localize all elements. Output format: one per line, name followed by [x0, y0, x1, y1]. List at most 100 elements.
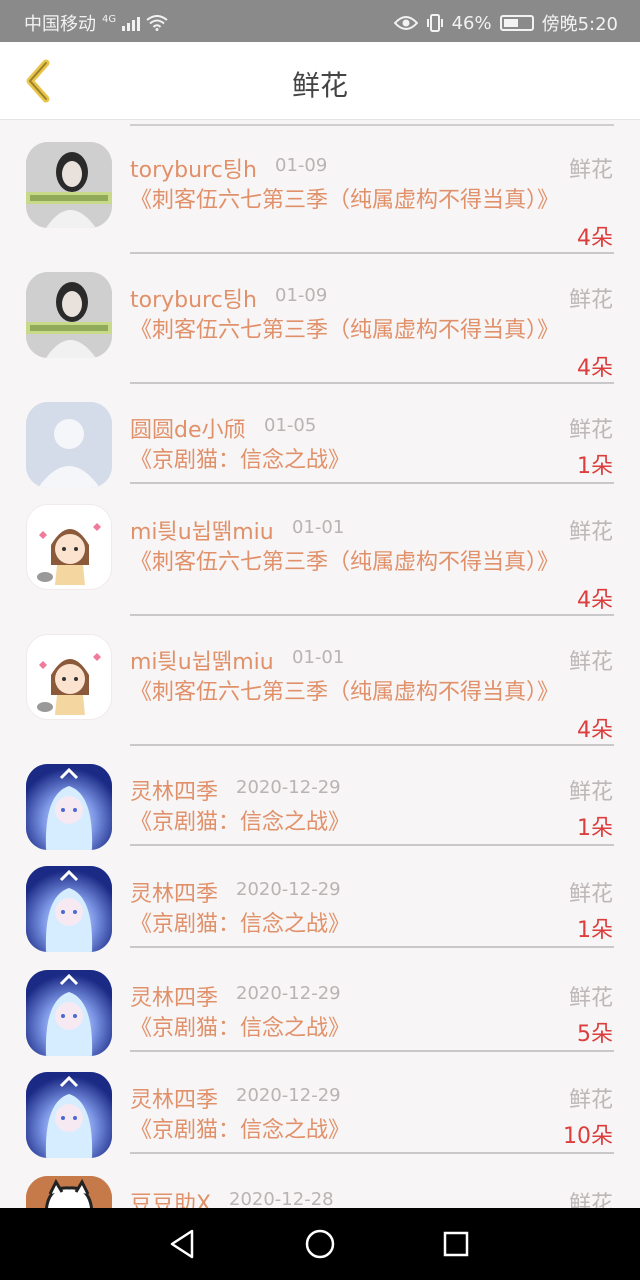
gift-type: 鲜花 — [568, 986, 613, 1011]
eye-icon — [393, 16, 418, 30]
list-item[interactable]: 灵林四季 2020-12-29 鲜花 《京剧猫：信念之战》 1朵 — [0, 866, 640, 968]
row-divider — [130, 614, 614, 616]
recents-square-icon — [443, 1231, 469, 1257]
back-triangle-icon — [170, 1229, 194, 1259]
gift-date: 2020-12-29 — [236, 983, 341, 1004]
gift-date: 2020-12-28 — [229, 1189, 334, 1208]
user-name[interactable]: 灵林四季 — [130, 876, 218, 908]
list-item[interactable]: 圆圆de小颀 01-05 鲜花 《京剧猫：信念之战》 1朵 — [0, 402, 640, 504]
work-title-link[interactable]: 《刺客伍六七第三季（纯属虚构不得当真）》 — [130, 546, 560, 579]
system-nav-bar — [0, 1208, 640, 1280]
vibrate-icon — [426, 14, 443, 32]
app-header: 鲜花 — [0, 42, 640, 120]
nav-recents-button[interactable] — [436, 1226, 476, 1262]
gift-type: 鲜花 — [568, 1192, 613, 1208]
flower-count: 4朵 — [577, 356, 613, 381]
home-circle-icon — [305, 1229, 335, 1259]
gift-type: 鲜花 — [568, 1088, 613, 1113]
list-item[interactable]: 灵林四季 2020-12-29 鲜花 《京剧猫：信念之战》 5朵 — [0, 970, 640, 1072]
gift-type: 鲜花 — [568, 780, 613, 805]
flower-count: 1朵 — [577, 454, 613, 479]
network-type: 4G — [102, 13, 117, 25]
flower-count: 1朵 — [577, 918, 613, 943]
user-avatar[interactable] — [26, 504, 112, 590]
status-left: 中国移动 4G — [24, 10, 168, 36]
list-item[interactable]: toryburc팅h 01-09 鲜花 《刺客伍六七第三季（纯属虚构不得当真）》 4朵 — [0, 272, 640, 402]
gift-type: 鲜花 — [568, 520, 613, 545]
gift-date: 2020-12-29 — [236, 777, 341, 798]
user-name[interactable]: 灵林四季 — [130, 774, 218, 806]
list-item[interactable]: 灵林四季 2020-12-29 鲜花 《京剧猫：信念之战》 1朵 — [0, 764, 640, 866]
work-title-link[interactable]: 《刺客伍六七第三季（纯属虚构不得当真）》 — [130, 184, 560, 217]
list-item[interactable]: mi틪u뉩뗅miu 01-01 鲜花 《刺客伍六七第三季（纯属虚构不得当真）》 4朵 — [0, 504, 640, 634]
page-title: 鲜花 — [291, 69, 348, 102]
nav-home-button[interactable] — [300, 1226, 340, 1262]
user-avatar[interactable] — [26, 764, 112, 850]
gift-date: 2020-12-29 — [236, 879, 341, 900]
user-name[interactable]: mi틪u뉩뗅miu — [130, 514, 274, 546]
row-divider — [130, 482, 614, 484]
signal-icon — [122, 15, 141, 31]
work-title-link[interactable]: 《京剧猫：信念之战》 — [130, 806, 560, 839]
gift-date: 01-09 — [275, 285, 328, 306]
gift-type: 鲜花 — [568, 288, 613, 313]
user-name[interactable]: toryburc팅h — [130, 152, 257, 184]
nav-back-button[interactable] — [162, 1226, 202, 1262]
list-top-divider — [130, 124, 614, 126]
flower-record-list[interactable]: toryburc팅h 01-09 鲜花 《刺客伍六七第三季（纯属虚构不得当真）》 4朵 t… — [0, 120, 640, 1208]
work-title-link[interactable]: 《京剧猫：信念之战》 — [130, 1114, 560, 1147]
user-name[interactable]: 灵林四季 — [130, 1082, 218, 1114]
work-title-link[interactable]: 《京剧猫：信念之战》 — [130, 908, 560, 941]
flower-count: 1朵 — [577, 816, 613, 841]
battery-icon — [499, 15, 534, 31]
row-divider — [130, 382, 614, 384]
row-divider — [130, 844, 614, 846]
gift-date: 2020-12-29 — [236, 1085, 341, 1106]
user-avatar[interactable] — [26, 1176, 112, 1208]
work-title-link[interactable]: 《刺客伍六七第三季（纯属虚构不得当真）》 — [130, 676, 560, 709]
user-avatar[interactable] — [26, 970, 112, 1056]
flower-count: 4朵 — [577, 226, 613, 251]
gift-type: 鲜花 — [568, 418, 613, 443]
clock: 傍晚5:20 — [541, 14, 618, 35]
gift-date: 01-05 — [264, 415, 317, 436]
user-avatar[interactable] — [26, 272, 112, 358]
user-avatar[interactable] — [26, 634, 112, 720]
list-item[interactable]: mi틪u뉩뗅miu 01-01 鲜花 《刺客伍六七第三季（纯属虚构不得当真）》 4朵 — [0, 634, 640, 764]
carrier-label: 中国移动 — [24, 14, 96, 35]
user-name[interactable]: 豆豆助X — [130, 1186, 211, 1208]
flower-count: 10朵 — [563, 1124, 613, 1149]
list-item[interactable]: toryburc팅h 01-09 鲜花 《刺客伍六七第三季（纯属虚构不得当真）》 4朵 — [0, 142, 640, 272]
row-divider — [130, 946, 614, 948]
user-avatar[interactable] — [26, 1072, 112, 1158]
row-divider — [130, 252, 614, 254]
gift-type: 鲜花 — [568, 158, 613, 183]
status-right: 46% 傍晚5:20 — [393, 10, 618, 36]
row-divider — [130, 744, 614, 746]
flower-count: 5朵 — [577, 1022, 613, 1047]
flower-count: 4朵 — [577, 718, 613, 743]
row-divider — [130, 1152, 614, 1154]
user-name[interactable]: 圆圆de小颀 — [130, 412, 246, 444]
list-item[interactable]: 豆豆助X 2020-12-28 鲜花 — [0, 1176, 640, 1208]
user-name[interactable]: 灵林四季 — [130, 980, 218, 1012]
wifi-icon — [146, 15, 168, 31]
user-avatar[interactable] — [26, 402, 112, 488]
gift-type: 鲜花 — [568, 882, 613, 907]
row-divider — [130, 1050, 614, 1052]
flower-count: 4朵 — [577, 588, 613, 613]
work-title-link[interactable]: 《京剧猫：信念之战》 — [130, 444, 560, 477]
work-title-link[interactable]: 《京剧猫：信念之战》 — [130, 1012, 560, 1045]
battery-percent: 46% — [451, 12, 492, 34]
status-bar: 中国移动 4G 46% 傍晚5:20 — [0, 0, 640, 42]
gift-date: 01-01 — [292, 647, 345, 668]
user-name[interactable]: toryburc팅h — [130, 282, 257, 314]
user-name[interactable]: mi틪u뉩뗅miu — [130, 644, 274, 676]
gift-date: 01-09 — [275, 155, 328, 176]
user-avatar[interactable] — [26, 142, 112, 228]
list-item[interactable]: 灵林四季 2020-12-29 鲜花 《京剧猫：信念之战》 10朵 — [0, 1072, 640, 1174]
work-title-link[interactable]: 《刺客伍六七第三季（纯属虚构不得当真）》 — [130, 314, 560, 347]
user-avatar[interactable] — [26, 866, 112, 952]
gift-date: 01-01 — [292, 517, 345, 538]
gift-type: 鲜花 — [568, 650, 613, 675]
